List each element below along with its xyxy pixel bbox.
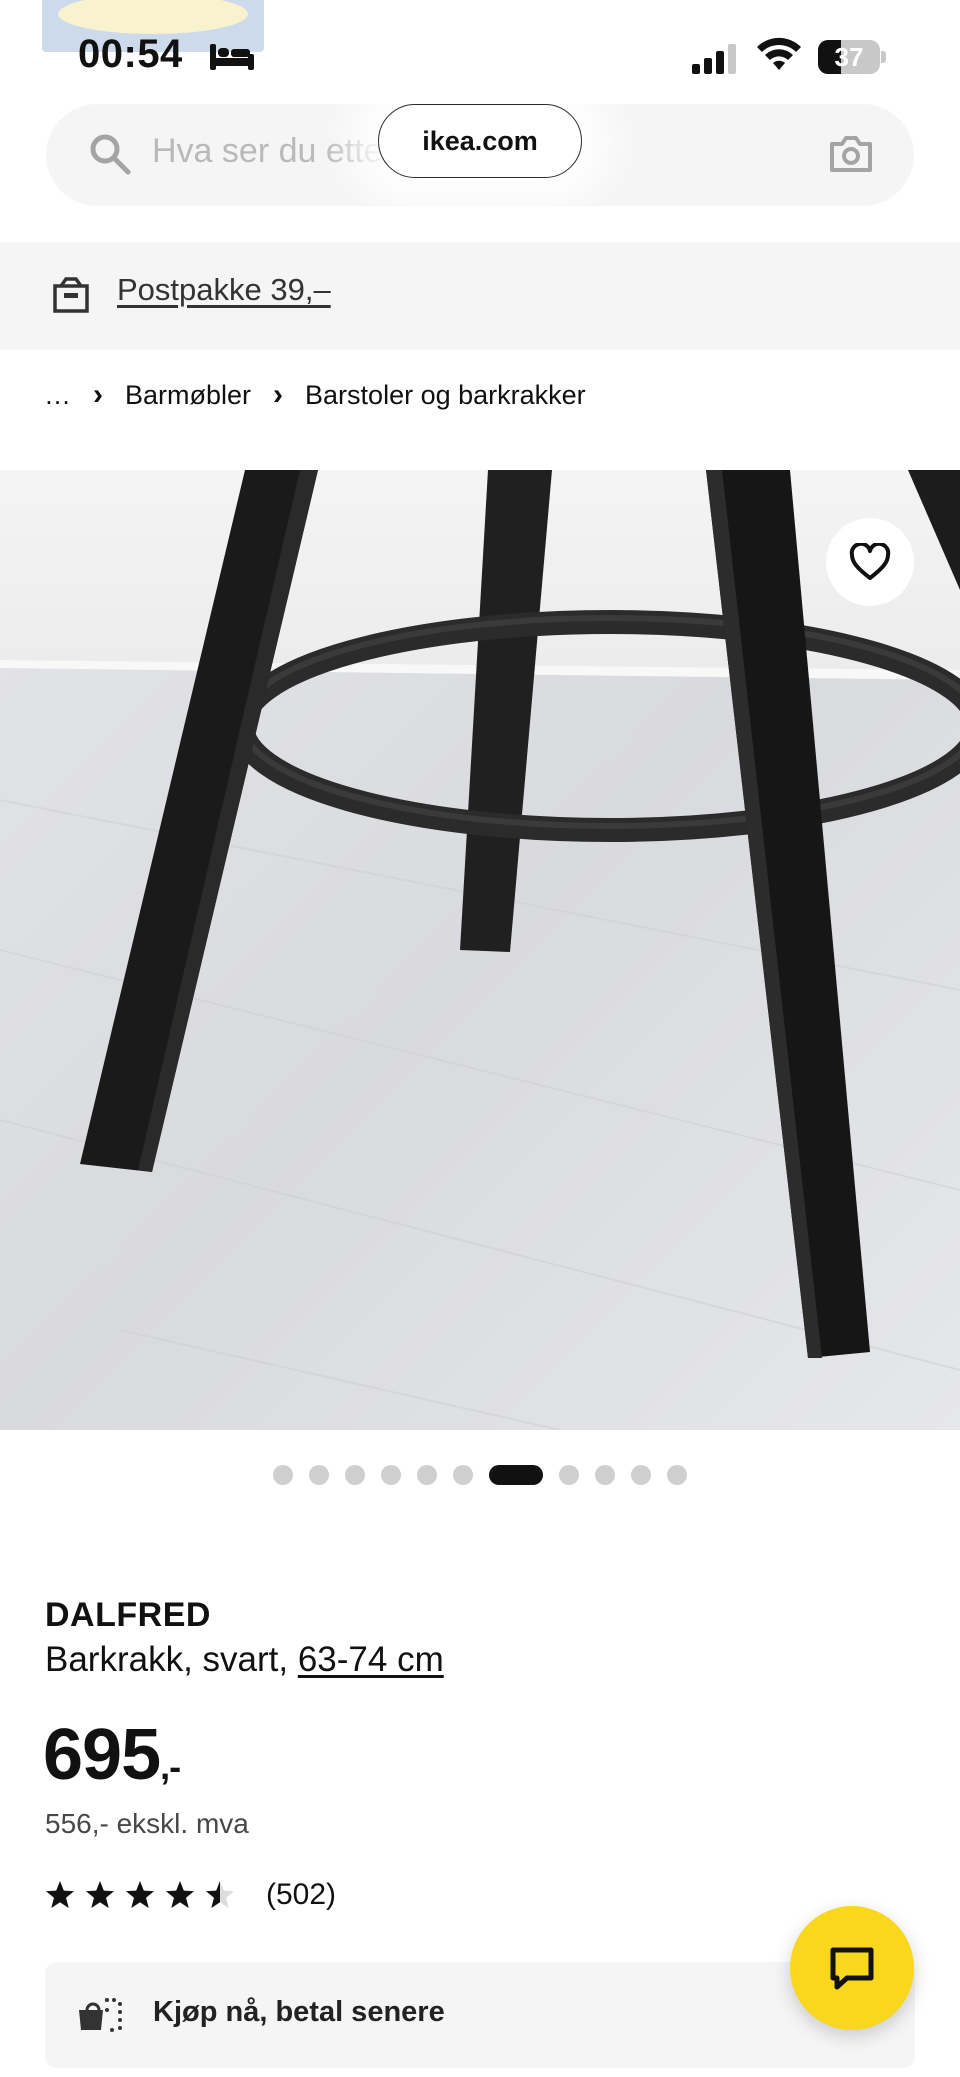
crown-icon [800, 0, 836, 26]
delivery-banner[interactable]: Postpakke 39,– [0, 242, 960, 350]
chevron-right-icon: › [93, 378, 103, 411]
pay-later-label: Kjøp nå, betal senere [153, 1996, 445, 2028]
chat-icon [830, 1947, 874, 1990]
carousel-dot[interactable] [345, 1465, 365, 1485]
star-icon [206, 1881, 234, 1908]
price-ex-vat: 556,- ekskl. mva [45, 1808, 249, 1839]
battery-indicator: 37 [818, 40, 886, 74]
search-input[interactable]: Hva ser du etter? [152, 132, 413, 171]
carousel-dot[interactable] [453, 1465, 473, 1485]
cellular-signal-icon [692, 44, 736, 74]
carousel-dot[interactable] [381, 1465, 401, 1485]
wifi-icon [757, 37, 801, 70]
review-count[interactable]: (502) [266, 1878, 336, 1912]
search-icon [90, 134, 131, 175]
breadcrumb-item-more[interactable]: … [44, 380, 71, 411]
sleep-mode-icon [210, 44, 254, 70]
breadcrumb-item-barmobler[interactable]: Barmøbler [125, 380, 251, 411]
product-name: DALFRED [45, 1596, 211, 1634]
parcel-icon [53, 277, 89, 313]
star-icon [166, 1881, 194, 1908]
heart-icon [849, 543, 891, 580]
user-icon [632, 0, 668, 26]
carousel-dot[interactable] [631, 1465, 651, 1485]
battery-percent: 37 [834, 42, 864, 72]
product-description: Barkrakk, svart, 63-74 cm [45, 1640, 444, 1680]
breadcrumb: … › Barmøbler › Barstoler og barkrakker [44, 378, 586, 412]
favorite-button[interactable] [826, 518, 914, 606]
star-icon [46, 1881, 74, 1908]
carousel-dot[interactable] [489, 1465, 543, 1485]
carousel-dot[interactable] [309, 1465, 329, 1485]
price-value: 695 [43, 1715, 161, 1795]
installment-icon [79, 1998, 122, 2032]
camera-icon[interactable] [828, 134, 874, 174]
chevron-right-icon: › [273, 378, 284, 411]
clock: 00:54 [78, 32, 183, 76]
carousel-dot[interactable] [273, 1465, 293, 1485]
carousel-dot[interactable] [595, 1465, 615, 1485]
menu-icon [884, 0, 920, 26]
star-icon [126, 1881, 154, 1908]
product-price: 695,- [43, 1714, 181, 1796]
delivery-price-link[interactable]: Postpakke 39,– [117, 272, 331, 308]
carousel-pagination [0, 1464, 960, 1486]
product-image[interactable] [0, 470, 960, 1430]
header-icons [632, 0, 920, 26]
star-icon [86, 1881, 114, 1908]
chat-button[interactable] [790, 1906, 914, 2030]
url-pill[interactable]: ikea.com [378, 104, 582, 178]
size-link[interactable]: 63-74 cm [298, 1640, 444, 1679]
carousel-dot[interactable] [667, 1465, 687, 1485]
status-bar: 00:54 37 [0, 0, 960, 110]
pay-later-banner[interactable]: Kjøp nå, betal senere [45, 1962, 915, 2068]
carousel-dot[interactable] [417, 1465, 437, 1485]
rating[interactable]: (502) [44, 1878, 336, 1912]
carousel-dot[interactable] [559, 1465, 579, 1485]
product-type: Barkrakk, svart, [45, 1640, 298, 1679]
price-suffix: ,- [160, 1746, 181, 1787]
breadcrumb-item-barstoler[interactable]: Barstoler og barkrakker [305, 380, 586, 411]
favorites-icon [716, 0, 752, 26]
